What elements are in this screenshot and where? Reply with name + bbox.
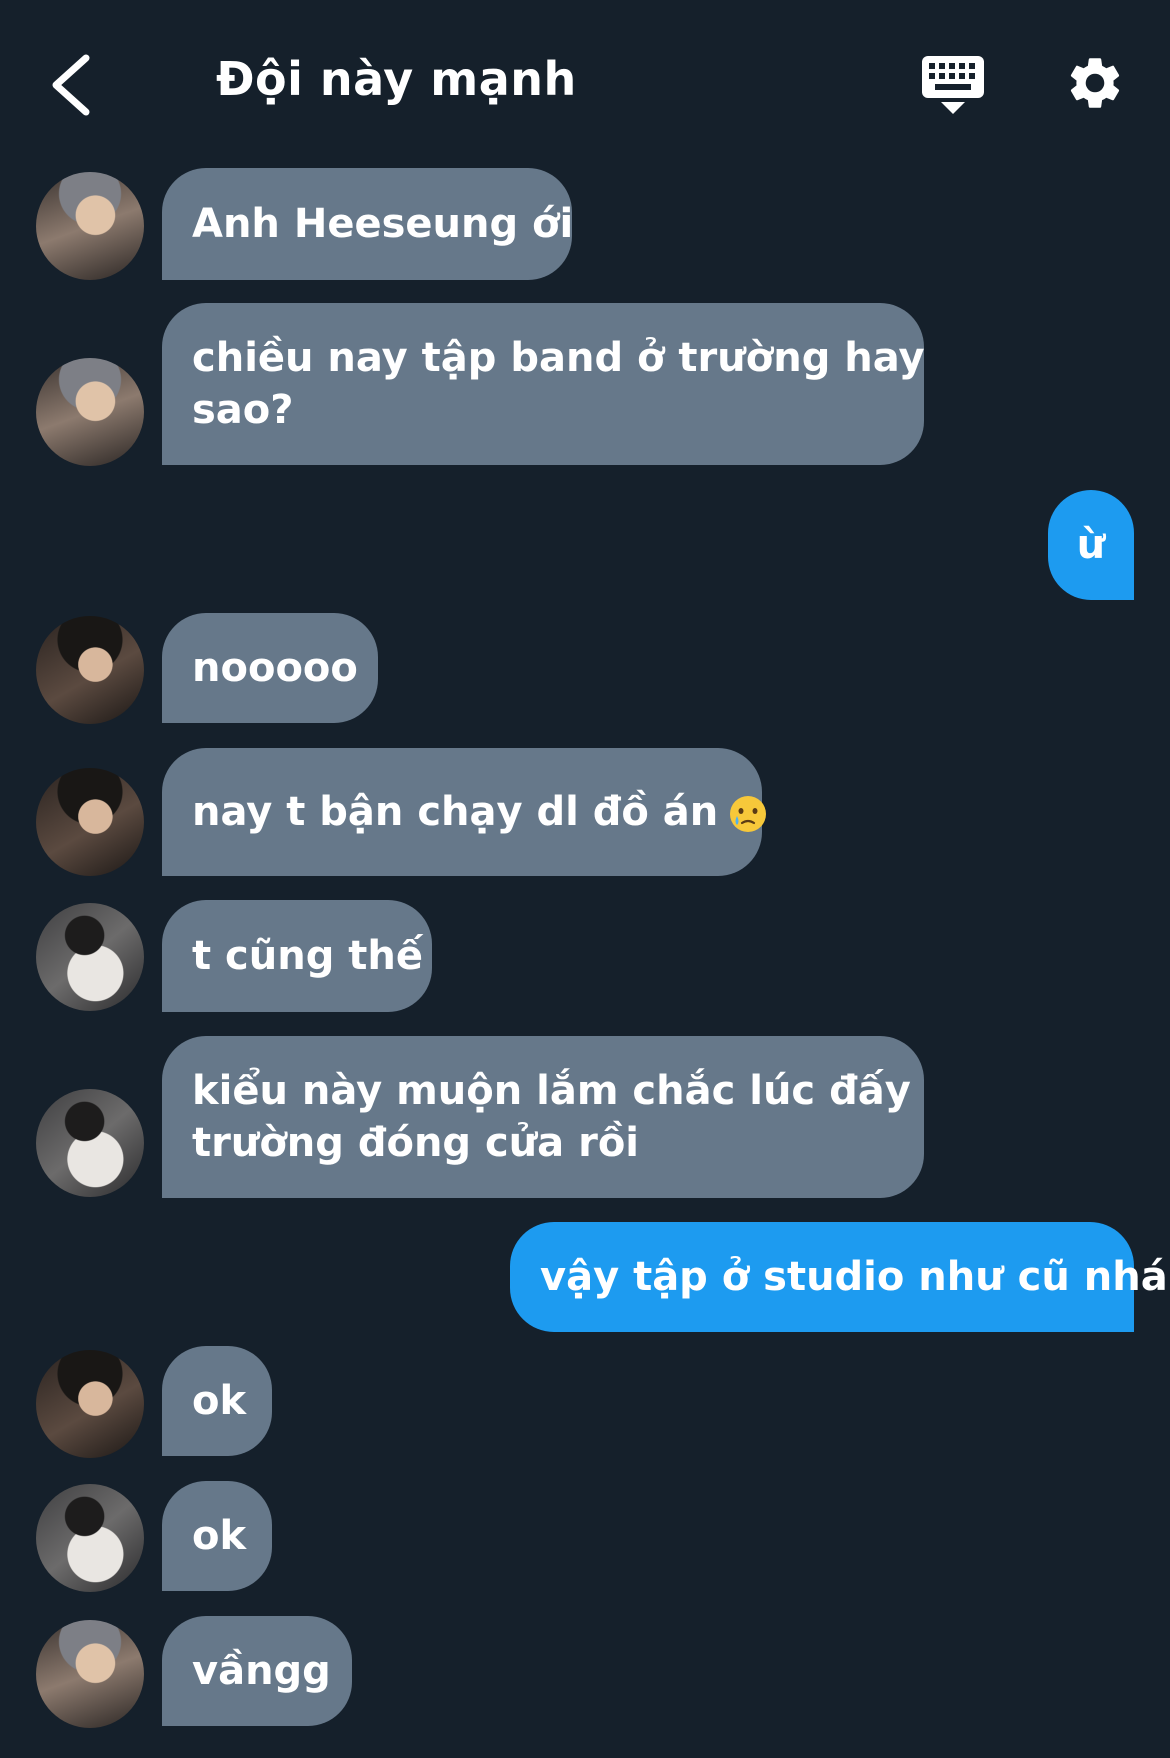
message-bubble-incoming[interactable]: nooooo [162,613,378,723]
avatar[interactable] [36,903,144,1011]
keyboard-button[interactable] [920,52,990,122]
message-text: vầngg [192,1648,331,1694]
message-text: chiều nay tập band ở trường hay [192,335,925,381]
message-bubble-incoming[interactable]: nay t bận chạy dl đồ án [162,748,767,876]
avatar[interactable] [36,1089,144,1197]
message-text: ok [192,1513,247,1559]
settings-button[interactable] [1064,52,1130,118]
chevron-left-icon [52,54,90,116]
avatar[interactable] [36,768,144,876]
message-text: ừ [1076,522,1106,568]
avatar[interactable] [36,358,144,466]
message-bubble-incoming[interactable]: chiều nay tập band ở trường hay sao? [162,303,925,465]
message-text: sao? [192,387,294,433]
avatar[interactable] [36,1620,144,1728]
message-bubble-incoming[interactable]: ok [162,1346,272,1456]
avatar[interactable] [36,616,144,724]
chat-header: Đội này mạnh [0,0,1170,170]
back-button[interactable] [40,50,100,120]
avatar[interactable] [36,1484,144,1592]
message-bubble-incoming[interactable]: kiểu này muộn lắm chắc lúc đấy trường đó… [162,1036,924,1198]
message-text: kiểu này muộn lắm chắc lúc đấy [192,1068,911,1114]
message-bubble-outgoing[interactable]: vậy tập ở studio như cũ nhá [510,1222,1168,1332]
message-text: vậy tập ở studio như cũ nhá [540,1254,1168,1300]
message-bubble-incoming[interactable]: vầngg [162,1616,352,1726]
message-text: nooooo [192,645,358,691]
gear-icon [1070,58,1120,108]
message-text: ok [192,1378,247,1424]
keyboard-icon [922,56,984,114]
message-bubble-incoming[interactable]: t cũng thế [162,900,432,1012]
message-bubble-incoming[interactable]: ok [162,1481,272,1591]
message-text: t cũng thế [192,933,423,979]
avatar[interactable] [36,1350,144,1458]
message-bubble-outgoing[interactable]: ừ [1048,490,1134,600]
avatar[interactable] [36,172,144,280]
message-text: trường đóng cửa rồi [192,1120,640,1166]
message-text: Anh Heeseung ới [192,201,574,247]
message-text: nay t bận chạy dl đồ án [192,786,767,838]
page-title: Đội này mạnh [216,52,577,106]
crying-face-emoji-icon [730,796,767,832]
message-bubble-incoming[interactable]: Anh Heeseung ới [162,168,574,280]
